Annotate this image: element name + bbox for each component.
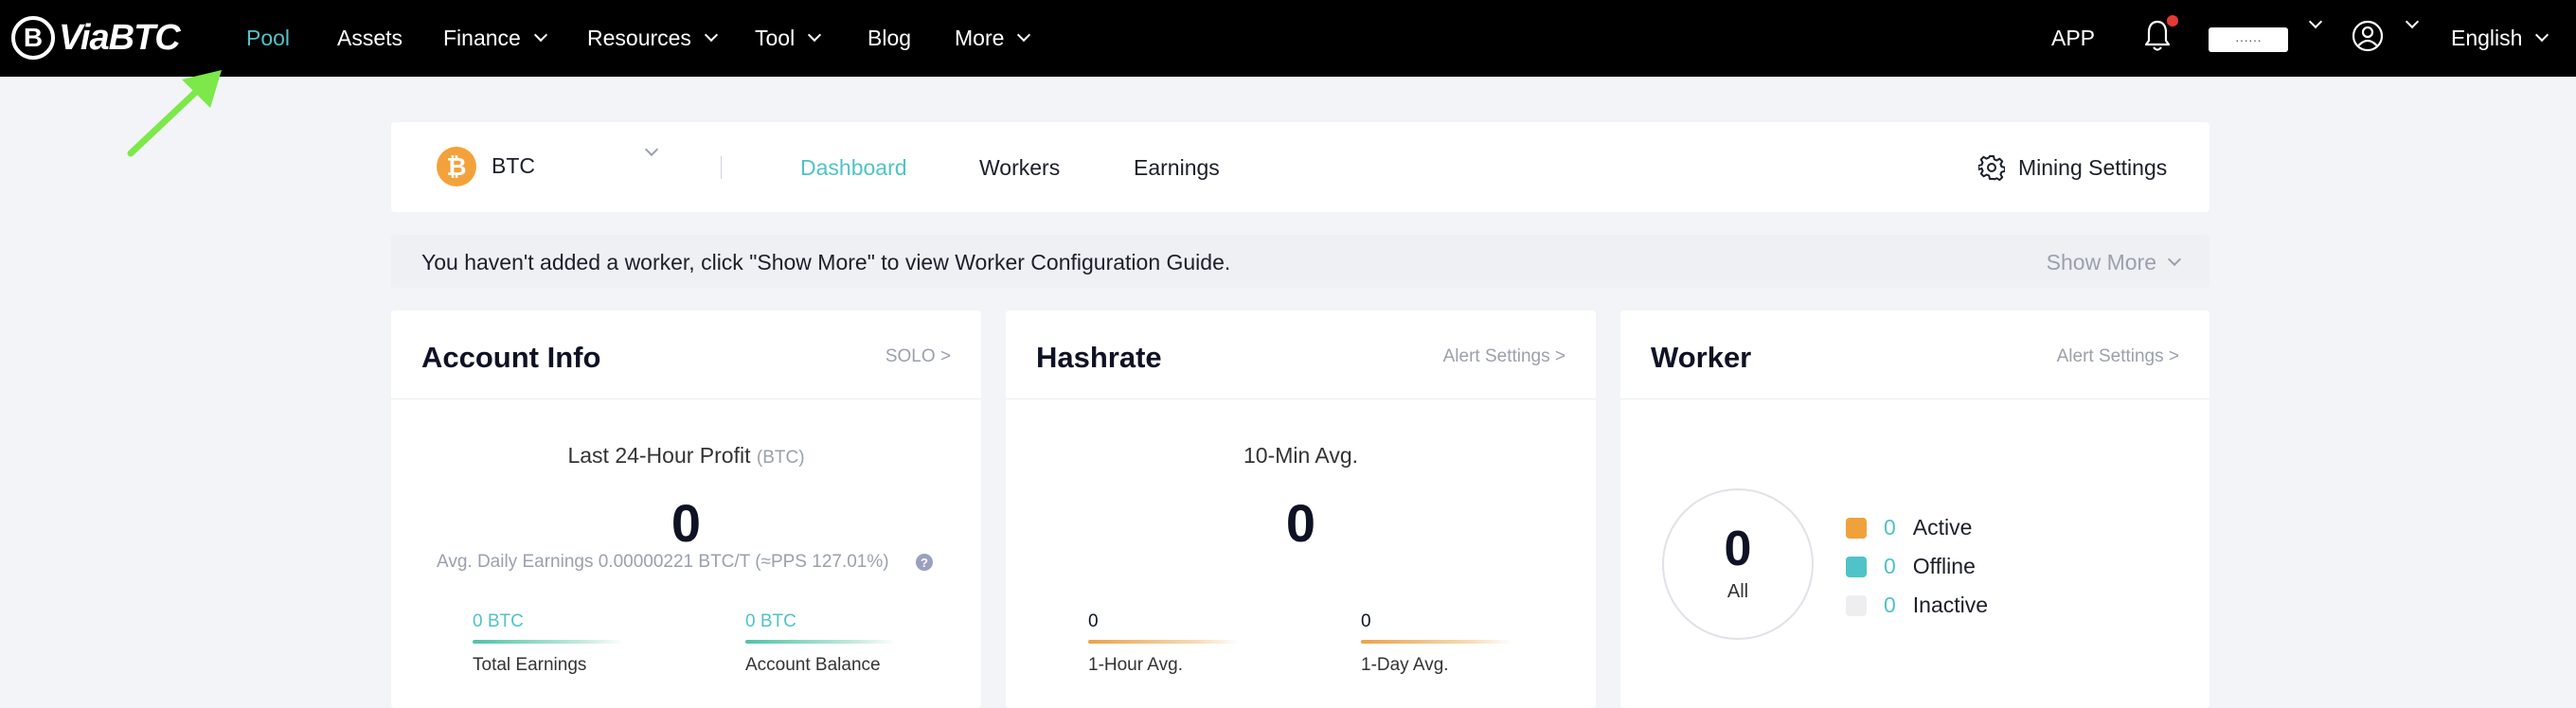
account-balance-stat: 0 BTC Account Balance [745, 611, 897, 676]
card-title: Account Info [421, 341, 601, 374]
total-earnings-bar [473, 640, 624, 644]
notice-text: You haven't added a worker, click "Show … [421, 250, 1231, 274]
total-earnings-label: Total Earnings [473, 655, 587, 675]
pool-tab-bar: ₿ BTC Dashboard Workers Earnings Mining … [391, 122, 2209, 212]
nav-more[interactable]: More [955, 19, 1031, 57]
gear-icon [1978, 155, 2005, 181]
account-balance-label: Account Balance [745, 655, 881, 675]
inactive-label: Inactive [1912, 593, 1989, 617]
worker-alert-settings-link[interactable]: Alert Settings > [2057, 346, 2179, 367]
nav-tool[interactable]: Tool [755, 19, 822, 57]
offline-label: Offline [1912, 554, 1976, 578]
worker-notice-banner: You haven't added a worker, click "Show … [391, 235, 2209, 288]
one-day-avg-stat: 0 1-Day Avg. [1361, 611, 1512, 676]
chevron-down-icon[interactable] [644, 142, 659, 157]
nav-resources[interactable]: Resources [587, 19, 719, 57]
annotation-arrow-icon [127, 70, 222, 157]
top-navigation: B ViaBTC Pool Assets Finance Resources T… [0, 0, 2576, 77]
chevron-down-icon[interactable] [2405, 14, 2420, 29]
legend-offline: 0 Offline [1846, 554, 1976, 579]
inactive-count: 0 [1884, 593, 1896, 617]
logo-text: ViaBTC [59, 17, 181, 58]
legend-inactive: 0 Inactive [1846, 593, 1988, 618]
viabtc-logo[interactable]: B ViaBTC [11, 11, 181, 64]
nav-finance-label: Finance [443, 25, 521, 50]
offline-count: 0 [1884, 554, 1896, 578]
worker-total-label: All [1726, 581, 1749, 602]
username-display[interactable]: ······ [2209, 27, 2288, 52]
chevron-down-icon [808, 27, 822, 43]
active-count: 0 [1884, 515, 1896, 540]
profit-value: 0 [671, 493, 702, 553]
btc-coin-icon[interactable]: ₿ [437, 147, 476, 186]
total-earnings-value: 0 BTC [473, 611, 524, 631]
avg-daily-earnings: Avg. Daily Earnings 0.00000221 BTC/T (≈P… [437, 552, 889, 572]
profit-unit: (BTC) [756, 448, 805, 468]
tab-workers[interactable]: Workers [979, 155, 1060, 181]
card-header: Account Info SOLO > [391, 310, 981, 399]
account-balance-value: 0 BTC [745, 611, 796, 631]
show-more-button[interactable]: Show More [2046, 250, 2182, 275]
ten-min-avg-label: 10-Min Avg. [1243, 443, 1359, 468]
chevron-down-icon [1017, 27, 1031, 43]
one-day-avg-value: 0 [1361, 611, 1371, 631]
ten-min-avg-value: 0 [1285, 493, 1316, 553]
chevron-down-icon [2167, 252, 2182, 266]
one-hour-avg-value: 0 [1088, 611, 1099, 631]
nav-blog[interactable]: Blog [868, 19, 911, 57]
chevron-down-icon [704, 27, 719, 43]
worker-card: Worker Alert Settings > 0 All 0 Active 0… [1620, 310, 2209, 708]
help-icon[interactable]: ? [916, 554, 933, 571]
card-header: Hashrate Alert Settings > [1006, 310, 1596, 399]
chevron-down-icon[interactable] [2308, 14, 2323, 29]
active-swatch [1846, 517, 1867, 539]
total-earnings-stat: 0 BTC Total Earnings [473, 611, 624, 676]
worker-total-ring: 0 All [1662, 488, 1814, 640]
offline-swatch [1846, 556, 1867, 577]
card-header: Worker Alert Settings > [1620, 310, 2209, 399]
show-more-label: Show More [2046, 250, 2156, 274]
nav-tool-label: Tool [755, 25, 796, 50]
one-hour-avg-stat: 0 1-Hour Avg. [1088, 611, 1240, 676]
inactive-swatch [1846, 594, 1867, 616]
language-label: English [2451, 25, 2523, 50]
logo-mark-icon: B [11, 16, 55, 60]
profit-label: Last 24-Hour Profit (BTC) [391, 443, 981, 469]
nav-app[interactable]: APP [2051, 19, 2095, 57]
mining-settings-label: Mining Settings [2018, 154, 2168, 180]
hashrate-alert-settings-link[interactable]: Alert Settings > [1443, 346, 1565, 367]
card-title: Worker [1651, 341, 1752, 374]
nav-more-label: More [955, 25, 1005, 50]
nav-pool[interactable]: Pool [246, 19, 290, 57]
coin-selector[interactable]: BTC [492, 153, 535, 179]
card-title: Hashrate [1036, 341, 1162, 374]
one-hour-avg-label: 1-Hour Avg. [1088, 655, 1183, 675]
notification-badge [2167, 15, 2178, 27]
tab-divider [721, 156, 722, 179]
nav-finance[interactable]: Finance [443, 19, 547, 57]
solo-link[interactable]: SOLO > [886, 346, 951, 367]
language-selector[interactable]: English [2451, 19, 2549, 57]
tab-dashboard[interactable]: Dashboard [800, 155, 907, 181]
profit-label-text: Last 24-Hour Profit [567, 443, 751, 468]
chevron-down-icon [2535, 27, 2549, 43]
mining-settings-button[interactable]: Mining Settings [1978, 150, 2167, 185]
account-balance-bar [745, 640, 897, 644]
one-day-avg-bar [1361, 640, 1512, 644]
legend-active: 0 Active [1846, 515, 1972, 540]
chevron-down-icon [533, 27, 547, 43]
active-label: Active [1912, 515, 1973, 540]
one-hour-avg-bar [1088, 640, 1240, 644]
worker-total-value: 0 [1724, 522, 1752, 576]
hashrate-card: Hashrate Alert Settings > 10-Min Avg. 0 … [1006, 310, 1596, 708]
one-day-avg-label: 1-Day Avg. [1361, 655, 1449, 675]
account-info-card: Account Info SOLO > Last 24-Hour Profit … [391, 310, 981, 708]
user-avatar-icon[interactable] [2351, 19, 2385, 53]
tab-earnings[interactable]: Earnings [1134, 155, 1220, 181]
nav-assets[interactable]: Assets [337, 19, 402, 57]
nav-resources-label: Resources [587, 25, 691, 50]
